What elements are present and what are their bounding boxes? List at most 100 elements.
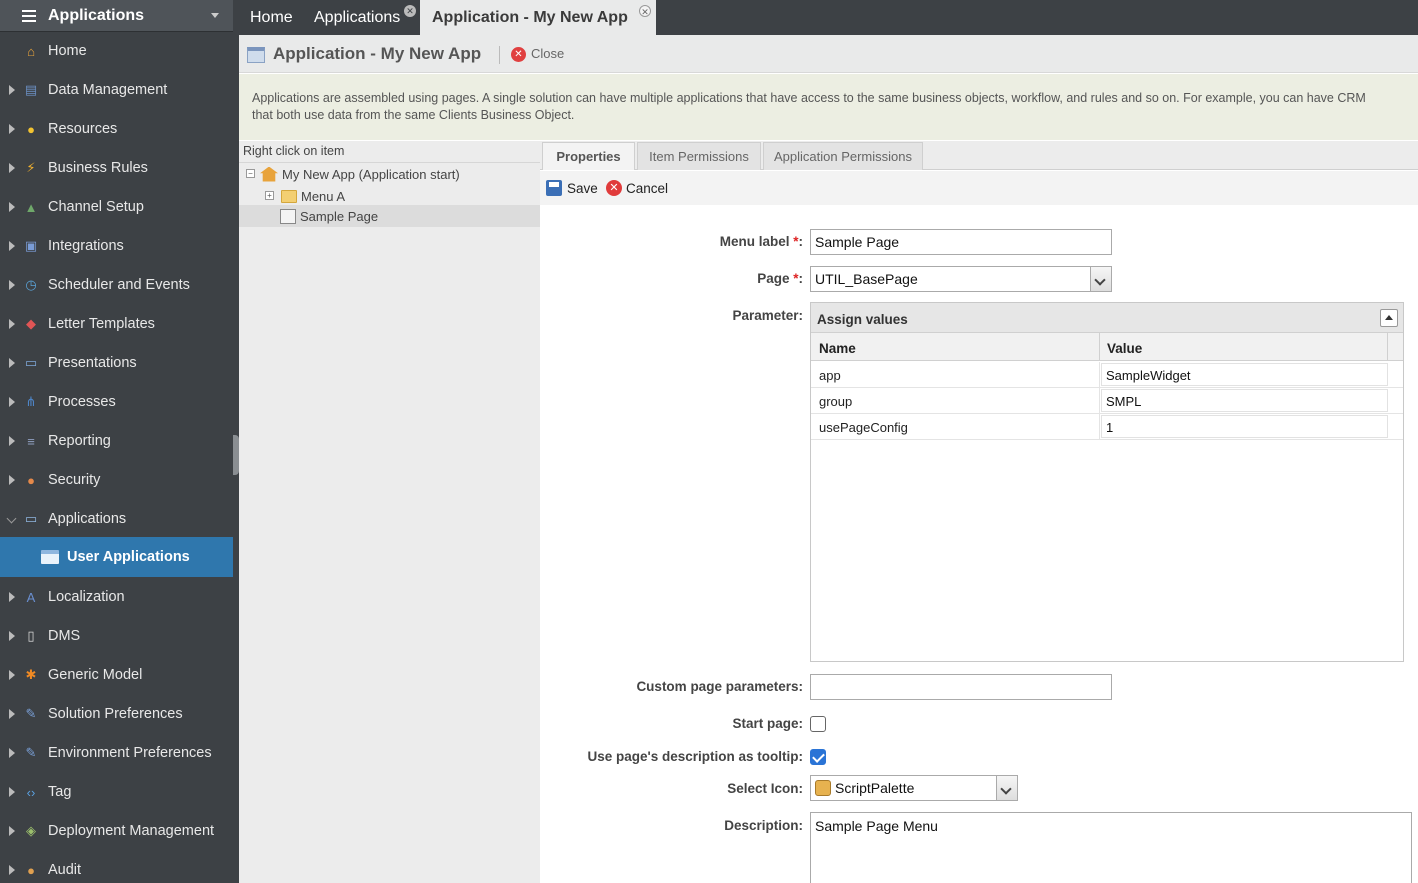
tab-application-my-new-app[interactable]: Application - My New App ✕	[420, 0, 656, 35]
chevron-down-icon[interactable]	[1090, 267, 1111, 291]
use-description-tooltip-checkbox[interactable]	[810, 749, 826, 765]
expand-arrow-icon[interactable]	[9, 163, 15, 173]
sidebar-item-label: DMS	[48, 628, 81, 644]
collapse-icon[interactable]: −	[246, 169, 255, 178]
cancel-button[interactable]: Cancel	[626, 181, 668, 196]
expand-arrow-icon[interactable]	[9, 436, 15, 446]
chevron-down-icon[interactable]	[996, 776, 1017, 800]
start-page-checkbox[interactable]	[810, 716, 826, 732]
sidebar-item-solution-preferences[interactable]: ✎ Solution Preferences	[0, 695, 233, 733]
expand-arrow-icon[interactable]	[9, 124, 15, 134]
page-icon	[280, 208, 296, 224]
sidebar-item-audit[interactable]: ● Audit	[0, 851, 233, 883]
expand-arrow-icon[interactable]	[9, 475, 15, 485]
tree-node-label: Sample Page	[300, 208, 379, 224]
expand-arrow-icon[interactable]	[9, 631, 15, 641]
chevron-down-icon[interactable]	[211, 13, 219, 18]
close-tab-icon[interactable]: ✕	[404, 5, 416, 17]
tab-applications[interactable]: Applications ✕	[314, 0, 418, 35]
sidebar-item-reporting[interactable]: ≡ Reporting	[0, 422, 233, 460]
column-header-name[interactable]: Name	[819, 341, 856, 356]
sidebar-item-label: Audit	[48, 862, 82, 878]
sidebar-item-data-management[interactable]: ▤ Data Management	[0, 71, 233, 109]
sidebar-title: Applications	[48, 6, 145, 24]
collapse-arrow-icon[interactable]	[6, 513, 17, 524]
expand-arrow-icon[interactable]	[9, 865, 15, 875]
sidebar-header[interactable]: Applications	[0, 0, 233, 32]
menu-icon[interactable]	[22, 9, 36, 22]
expand-icon[interactable]: +	[265, 191, 274, 200]
param-value-input[interactable]: SampleWidget	[1101, 363, 1388, 386]
sidebar-item-home[interactable]: ⌂ Home	[0, 32, 233, 70]
tab-home[interactable]: Home	[250, 0, 293, 35]
application-icon	[247, 47, 265, 63]
sidebar-item-tag[interactable]: ‹› Tag	[0, 773, 233, 811]
sidebar-item-channel-setup[interactable]: ▲ Channel Setup	[0, 188, 233, 226]
tab-application-permissions[interactable]: Application Permissions	[763, 142, 923, 170]
tree-panel: Right click on item − My New App (Applic…	[239, 141, 540, 883]
required-marker: *	[793, 271, 799, 286]
param-value-input[interactable]: 1	[1101, 415, 1388, 438]
expand-arrow-icon[interactable]	[9, 397, 15, 407]
integrations-icon: ▣	[24, 238, 38, 253]
expand-arrow-icon[interactable]	[9, 787, 15, 797]
description-textarea[interactable]: Sample Page Menu	[810, 812, 1412, 883]
save-icon[interactable]	[546, 180, 562, 196]
info-text-line-1: Applications are assembled using pages. …	[252, 91, 1366, 105]
sidebar-item-letter-templates[interactable]: ◆ Letter Templates	[0, 305, 233, 343]
page-select[interactable]: UTIL_BasePage	[810, 266, 1112, 292]
select-icon-dropdown[interactable]: ScriptPalette	[810, 775, 1018, 801]
expand-arrow-icon[interactable]	[9, 709, 15, 719]
select-icon-label: Select Icon:	[727, 781, 803, 796]
sidebar-item-resources[interactable]: ● Resources	[0, 110, 233, 148]
sidebar-item-business-rules[interactable]: ⚡ Business Rules	[0, 149, 233, 187]
solution-preferences-icon: ✎	[25, 706, 37, 721]
sidebar-item-label: Presentations	[48, 355, 137, 371]
sidebar-item-deployment-management[interactable]: ◈ Deployment Management	[0, 812, 233, 850]
sidebar-item-processes[interactable]: ⋔ Processes	[0, 383, 233, 421]
menu-label-input[interactable]: Sample Page	[810, 229, 1112, 255]
data-management-icon: ▤	[24, 82, 38, 97]
close-icon[interactable]: ✕	[511, 47, 526, 62]
param-value-input[interactable]: SMPL	[1101, 389, 1388, 412]
expand-arrow-icon[interactable]	[9, 280, 15, 290]
sidebar-item-generic-model[interactable]: ✱ Generic Model	[0, 656, 233, 694]
close-tab-icon[interactable]: ✕	[639, 5, 651, 17]
expand-arrow-icon[interactable]	[9, 358, 15, 368]
tree-node-sample-page[interactable]: Sample Page	[239, 205, 540, 227]
sidebar-item-localization[interactable]: A Localization	[0, 578, 233, 616]
sidebar-item-scheduler-and-events[interactable]: ◷ Scheduler and Events	[0, 266, 233, 304]
expand-arrow-icon[interactable]	[9, 202, 15, 212]
expand-arrow-icon[interactable]	[9, 826, 15, 836]
parameter-grid-title: Assign values	[817, 312, 908, 327]
table-row[interactable]: app SampleWidget	[811, 362, 1403, 388]
applications-icon: ▭	[24, 511, 38, 526]
save-button[interactable]: Save	[567, 181, 598, 196]
cancel-icon[interactable]: ✕	[606, 180, 622, 196]
sidebar-item-presentations[interactable]: ▭ Presentations	[0, 344, 233, 382]
tree-node-menu-a[interactable]: Menu A	[281, 186, 345, 206]
tree-node-root[interactable]: My New App (Application start)	[260, 164, 460, 184]
sidebar: Applications ⌂ Home ▤ Data Management ● Resou…	[0, 0, 233, 883]
sidebar-item-applications[interactable]: ▭ Applications	[0, 500, 233, 538]
sidebar-item-label: Generic Model	[48, 667, 143, 683]
close-button[interactable]: Close	[531, 46, 564, 61]
expand-arrow-icon[interactable]	[9, 592, 15, 602]
expand-arrow-icon[interactable]	[9, 241, 15, 251]
tab-item-permissions[interactable]: Item Permissions	[637, 142, 761, 170]
sidebar-item-integrations[interactable]: ▣ Integrations	[0, 227, 233, 265]
expand-arrow-icon[interactable]	[9, 85, 15, 95]
column-header-value[interactable]: Value	[1107, 341, 1142, 356]
expand-arrow-icon[interactable]	[9, 748, 15, 758]
sidebar-item-user-applications[interactable]: User Applications	[0, 537, 233, 577]
expand-arrow-icon[interactable]	[9, 670, 15, 680]
table-row[interactable]: usePageConfig 1	[811, 414, 1403, 440]
expand-arrow-icon[interactable]	[9, 319, 15, 329]
sidebar-item-environment-preferences[interactable]: ✎ Environment Preferences	[0, 734, 233, 772]
sidebar-item-dms[interactable]: ▯ DMS	[0, 617, 233, 655]
sidebar-item-security[interactable]: ● Security	[0, 461, 233, 499]
custom-page-parameters-input[interactable]	[810, 674, 1112, 700]
table-row[interactable]: group SMPL	[811, 388, 1403, 414]
tab-properties[interactable]: Properties	[542, 142, 635, 170]
collapse-up-icon[interactable]	[1380, 309, 1398, 327]
